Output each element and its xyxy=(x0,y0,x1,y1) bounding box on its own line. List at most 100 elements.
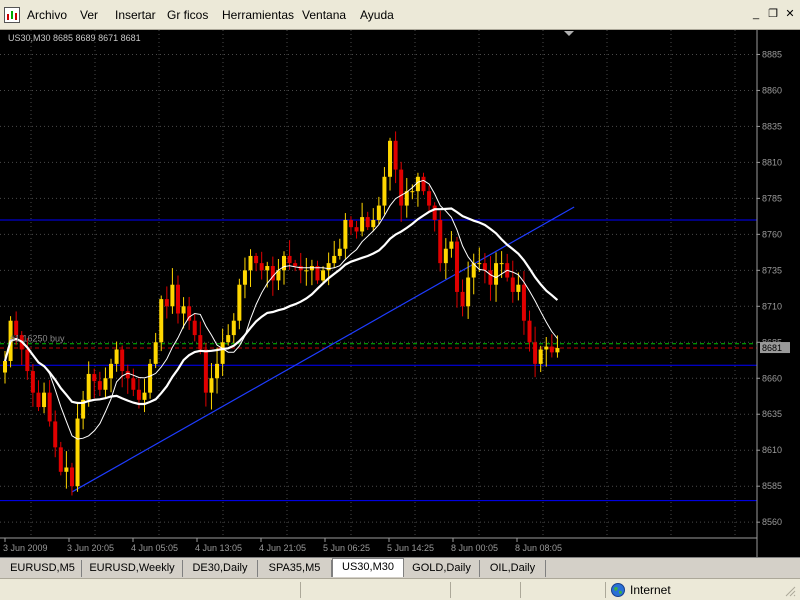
candle-body xyxy=(3,360,7,373)
candle-body xyxy=(159,299,164,343)
tab-gold-daily[interactable]: GOLD,Daily xyxy=(404,560,480,577)
candle-body xyxy=(131,378,136,390)
tab-spa35-m5[interactable]: SPA35,M5 xyxy=(258,560,332,577)
candle-body xyxy=(549,346,554,353)
order-label: #1 16250 buy xyxy=(10,334,65,344)
candle-body xyxy=(242,270,247,285)
x-tick-label: 3 Jun 2009 xyxy=(3,543,48,553)
candle-body xyxy=(42,392,47,408)
close-button[interactable]: ✕ xyxy=(783,8,797,22)
x-tick-label: 3 Jun 20:05 xyxy=(67,543,114,553)
candle-body xyxy=(376,205,381,220)
chart-header: US30,M30 8685 8689 8671 8681 xyxy=(8,33,141,43)
candle-body xyxy=(494,263,499,285)
candle-body xyxy=(25,349,30,372)
candle-body xyxy=(521,284,526,321)
candle-body xyxy=(153,342,158,364)
y-tick-label: 8735 xyxy=(762,265,782,275)
candle-body xyxy=(449,241,454,249)
y-tick-label: 8710 xyxy=(762,301,782,311)
candle-body xyxy=(393,140,398,170)
minimize-button[interactable]: _ xyxy=(749,8,763,22)
status-bar: Internet xyxy=(0,578,800,600)
restore-button[interactable]: ❐ xyxy=(766,8,780,22)
menu-graficos[interactable]: Gr ficos xyxy=(167,8,208,22)
tab-us30-m30[interactable]: US30,M30 xyxy=(332,558,404,577)
candle-body xyxy=(237,284,242,321)
tab-eurusd-weekly[interactable]: EURUSD,Weekly xyxy=(82,560,183,577)
candle-body xyxy=(533,342,538,364)
candle-body xyxy=(192,320,197,336)
y-tick-label: 8810 xyxy=(762,157,782,167)
candle-body xyxy=(538,349,543,364)
menu-archivo[interactable]: Archivo xyxy=(27,8,67,22)
x-tick-label: 5 Jun 06:25 xyxy=(323,543,370,553)
candle-body xyxy=(527,320,532,343)
menu-bar: Archivo Ver Insertar Gr ficos Herramient… xyxy=(0,0,800,30)
candle-body xyxy=(454,241,459,292)
candle-body xyxy=(482,263,487,271)
status-zone: Internet xyxy=(630,583,671,597)
price-axis-ticks: 8560858586108635866086858710873587608785… xyxy=(757,49,782,527)
candle-body xyxy=(114,349,119,364)
menu-ventana[interactable]: Ventana xyxy=(302,8,346,22)
candle-body xyxy=(58,447,63,472)
candle-body xyxy=(86,373,91,400)
menu-herramientas[interactable]: Herramientas xyxy=(222,8,294,22)
candle-body xyxy=(544,346,549,350)
candle-body xyxy=(136,389,141,400)
candle-body xyxy=(259,263,264,271)
candle-body xyxy=(170,284,175,307)
candle-body xyxy=(148,363,153,393)
candle-body xyxy=(382,176,387,206)
candle-body xyxy=(231,320,236,336)
tab-oil-daily[interactable]: OIL,Daily xyxy=(480,560,546,577)
candle-body xyxy=(488,270,493,285)
candle-body xyxy=(181,306,186,314)
menu-ayuda[interactable]: Ayuda xyxy=(360,8,394,22)
time-axis-ticks: 3 Jun 2009 3 Jun 20:05 4 Jun 05:05 4 Jun 13… xyxy=(3,538,562,553)
x-tick-label: 5 Jun 14:25 xyxy=(387,543,434,553)
candle-body xyxy=(203,349,208,393)
menu-insertar[interactable]: Insertar xyxy=(115,8,156,22)
chart-window-icon[interactable] xyxy=(4,7,20,23)
candle-body xyxy=(337,248,342,256)
resize-grip-icon[interactable] xyxy=(784,585,796,597)
candle-body xyxy=(460,291,465,307)
candle-body xyxy=(399,169,404,206)
price-chart[interactable]: 8560858586108635866086858710873587608785… xyxy=(0,30,800,557)
y-tick-label: 8785 xyxy=(762,193,782,203)
tab-de30-daily[interactable]: DE30,Daily xyxy=(183,560,258,577)
candle-body xyxy=(265,266,270,271)
candle-body xyxy=(92,373,97,382)
menu-ver[interactable]: Ver xyxy=(80,8,98,22)
candle-body xyxy=(516,284,521,292)
y-tick-label: 8560 xyxy=(762,517,782,527)
x-tick-label: 8 Jun 08:05 xyxy=(515,543,562,553)
tab-eurusd-m5[interactable]: EURUSD,M5 xyxy=(4,560,82,577)
y-tick-label: 8660 xyxy=(762,373,782,383)
candle-body xyxy=(120,349,125,372)
trendline[interactable] xyxy=(71,206,575,493)
horizontal-lines[interactable] xyxy=(0,219,757,502)
chart-grid xyxy=(0,30,757,538)
candles xyxy=(3,131,560,496)
candle-body xyxy=(421,176,426,192)
status-separator xyxy=(450,582,451,598)
chart-shift-marker[interactable] xyxy=(564,31,574,36)
x-tick-label: 8 Jun 00:05 xyxy=(451,543,498,553)
candle-body xyxy=(321,270,326,281)
chart-canvas[interactable]: 8560858586108635866086858710873587608785… xyxy=(0,30,800,557)
y-tick-label: 8835 xyxy=(762,121,782,131)
x-tick-label: 4 Jun 05:05 xyxy=(131,543,178,553)
bid-ask-lines xyxy=(0,343,757,349)
y-tick-label: 8610 xyxy=(762,445,782,455)
candle-body xyxy=(499,263,504,265)
y-tick-label: 8860 xyxy=(762,85,782,95)
candle-body xyxy=(326,263,331,271)
y-tick-label: 8885 xyxy=(762,49,782,59)
candle-body xyxy=(443,248,448,264)
candle-body xyxy=(427,191,432,206)
candle-body xyxy=(304,270,309,272)
candle-body xyxy=(287,255,292,264)
